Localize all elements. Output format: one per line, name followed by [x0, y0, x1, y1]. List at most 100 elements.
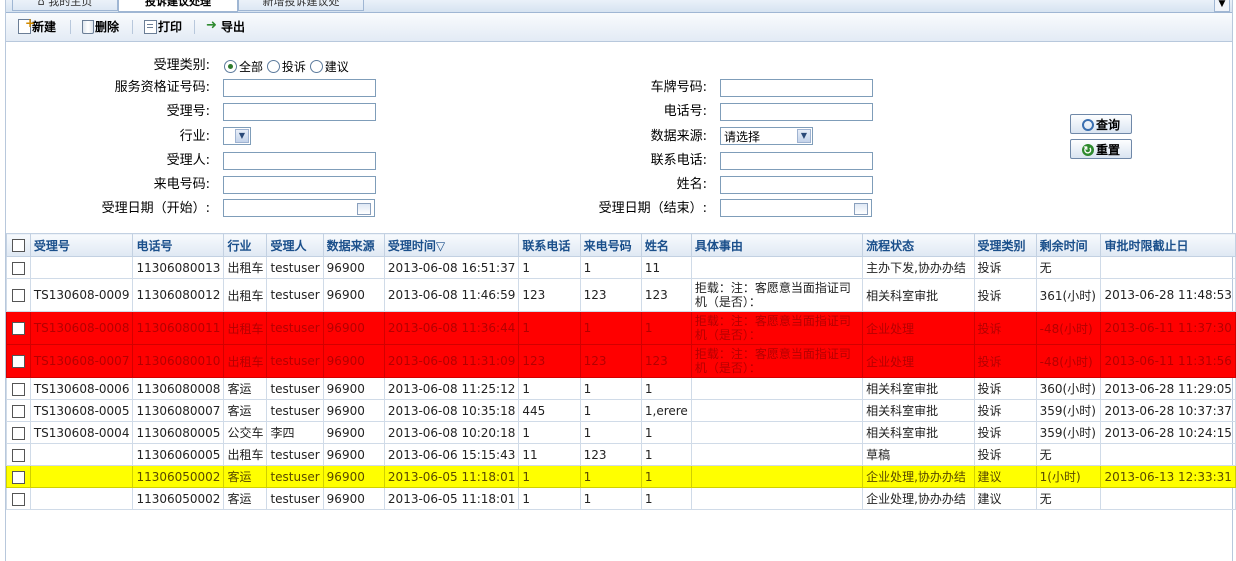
row-checkbox[interactable]: [11, 289, 25, 302]
table-row[interactable]: 11306050002 客运 testuser 96900 2013-06-05 11:…: [6, 487, 1236, 510]
caller-input[interactable]: [223, 176, 376, 194]
table-cell: 1: [518, 311, 581, 345]
table-row[interactable]: TS130608-0008 11306080011 出租车 testuser 96900…: [6, 311, 1236, 345]
name-label: 姓名:: [676, 177, 707, 192]
row-checkbox[interactable]: [11, 426, 25, 440]
row-checkbox-cell[interactable]: [6, 465, 31, 488]
row-checkbox-cell[interactable]: [6, 399, 31, 422]
contact-input[interactable]: [720, 152, 873, 170]
row-checkbox-cell[interactable]: [6, 443, 31, 466]
table-cell: 1: [518, 487, 581, 510]
plate-input[interactable]: [720, 79, 873, 97]
tab-home[interactable]: ⌂ 我的主页: [12, 0, 118, 11]
delete-button[interactable]: 删除: [82, 18, 119, 36]
date-start-input[interactable]: [223, 199, 375, 217]
row-checkbox-cell[interactable]: [6, 487, 31, 510]
accept-no-input[interactable]: [223, 103, 376, 121]
row-checkbox[interactable]: [11, 448, 25, 462]
table-cell: 1,erere: [640, 399, 692, 422]
row-checkbox-cell[interactable]: [6, 377, 31, 400]
phone-input[interactable]: [720, 103, 873, 121]
table-cell: 96900: [322, 377, 385, 400]
table-cell: 11306050002: [132, 465, 225, 488]
radio-complaint[interactable]: 投诉: [266, 60, 306, 74]
column-header[interactable]: 受理号: [29, 233, 134, 257]
column-header[interactable]: 联系电话: [518, 233, 581, 257]
table-row[interactable]: 11306050002 客运 testuser 96900 2013-06-05 11:…: [6, 465, 1236, 488]
table-cell: 1: [640, 377, 692, 400]
select-all-cell[interactable]: [6, 233, 31, 257]
calendar-icon[interactable]: [854, 203, 868, 215]
row-checkbox-cell[interactable]: [6, 256, 31, 279]
new-button[interactable]: 新建: [18, 14, 56, 36]
row-checkbox-cell[interactable]: [6, 421, 31, 444]
column-header[interactable]: 受理人: [266, 233, 324, 257]
tab-new-complaint[interactable]: 新增投诉建议处: [238, 0, 364, 11]
table-cell: TS130608-0006: [29, 377, 134, 400]
acceptor-input[interactable]: [223, 152, 376, 170]
table-cell: 11306080012: [132, 278, 225, 312]
table-cell: 1: [640, 487, 692, 510]
tab-complaint-handling[interactable]: 投诉建议处理: [118, 0, 238, 12]
row-checkbox-cell[interactable]: [6, 311, 31, 345]
column-header[interactable]: 流程状态: [862, 233, 975, 257]
table-cell: 123: [579, 278, 642, 312]
column-header[interactable]: 数据来源: [322, 233, 385, 257]
column-header[interactable]: 电话号: [132, 233, 225, 257]
table-cell: testuser: [266, 399, 324, 422]
row-checkbox[interactable]: [11, 261, 25, 275]
name-input[interactable]: [720, 176, 873, 194]
table-row[interactable]: 11306080013 出租车 testuser 96900 2013-06-08 16…: [6, 256, 1236, 279]
row-checkbox[interactable]: [11, 470, 25, 484]
table-cell: 11: [640, 256, 692, 279]
query-button[interactable]: 查询: [1070, 114, 1132, 134]
radio-all[interactable]: 全部: [224, 60, 263, 74]
chevron-down-icon[interactable]: ▼: [1214, 0, 1230, 12]
table-row[interactable]: TS130608-0009 11306080012 出租车 testuser 96900…: [6, 278, 1236, 312]
table-cell: 出租车: [223, 344, 268, 378]
table-row[interactable]: TS130608-0006 11306080008 客运 testuser 96900 2…: [6, 377, 1236, 400]
table-cell: 96900: [322, 443, 385, 466]
table-row[interactable]: TS130608-0004 11306080005 公交车 李四 96900 2013-0…: [6, 421, 1236, 444]
column-header[interactable]: 剩余时间: [1035, 233, 1102, 257]
column-header[interactable]: 审批时限截止日: [1100, 233, 1236, 257]
table-cell: 361(小时): [1035, 278, 1102, 312]
row-checkbox[interactable]: [11, 404, 25, 418]
search-icon: [1081, 119, 1094, 131]
date-end-input[interactable]: [720, 199, 872, 217]
cert-input[interactable]: [223, 79, 376, 97]
table-row[interactable]: 11306060005 出租车 testuser 96900 2013-06-06 15…: [6, 443, 1236, 466]
print-button[interactable]: 打印: [144, 18, 182, 36]
row-checkbox-cell[interactable]: [6, 344, 31, 378]
table-cell: 相关科室审批: [862, 377, 975, 400]
row-checkbox[interactable]: [11, 322, 25, 335]
table-row[interactable]: TS130608-0005 11306080007 客运 testuser 96900 2…: [6, 399, 1236, 422]
row-checkbox-cell[interactable]: [6, 278, 31, 312]
column-header[interactable]: 具体事由: [690, 233, 864, 257]
table-cell: testuser: [266, 487, 324, 510]
table-cell: 1: [579, 377, 642, 400]
table-cell: 1: [640, 465, 692, 488]
radio-suggestion[interactable]: 建议: [309, 60, 349, 74]
row-checkbox[interactable]: [11, 382, 25, 396]
type-label: 受理类别:: [153, 58, 210, 73]
table-cell: 1: [518, 377, 581, 400]
table-cell: 2013-06-05 11:18:01: [383, 465, 520, 488]
industry-select[interactable]: ▼: [223, 127, 251, 145]
table-cell: 无: [1035, 487, 1102, 510]
export-button[interactable]: 导出: [206, 17, 245, 36]
row-checkbox[interactable]: [11, 355, 25, 368]
column-header[interactable]: 行业: [223, 233, 268, 257]
column-header[interactable]: 姓名: [640, 233, 692, 257]
table-row[interactable]: TS130608-0007 11306080010 出租车 testuser 96900…: [6, 344, 1236, 378]
source-select[interactable]: 请选择 ▼: [720, 127, 813, 145]
row-checkbox[interactable]: [11, 492, 25, 506]
select-all-checkbox[interactable]: [11, 239, 25, 252]
calendar-icon[interactable]: [357, 203, 371, 215]
column-header-sorted[interactable]: 受理时间▽: [383, 233, 520, 257]
reset-button[interactable]: 重置: [1070, 139, 1132, 161]
column-header[interactable]: 来电号码: [579, 233, 642, 257]
industry-label: 行业:: [179, 129, 210, 144]
column-header[interactable]: 受理类别: [973, 233, 1037, 257]
table-cell: 123: [518, 344, 581, 378]
